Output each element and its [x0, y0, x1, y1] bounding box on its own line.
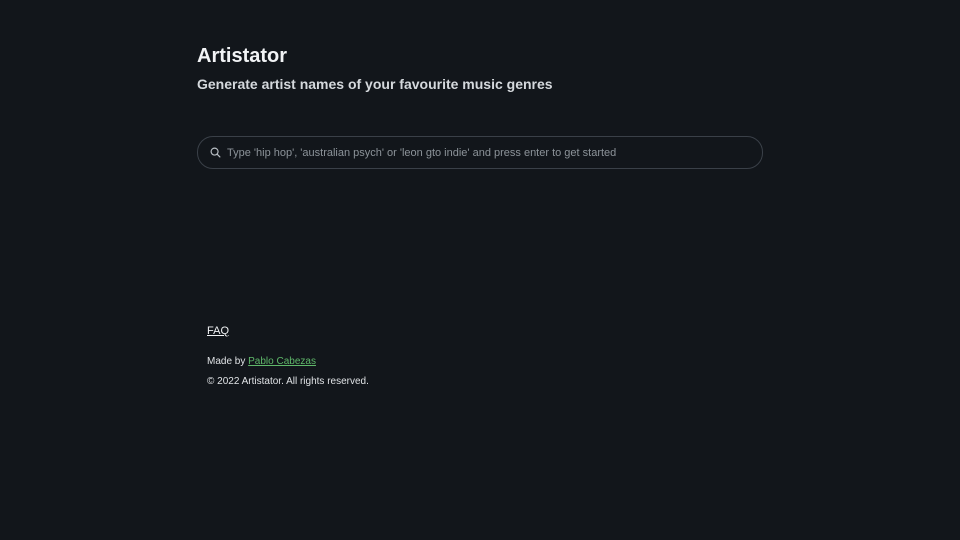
page-subtitle: Generate artist names of your favourite …: [197, 76, 553, 92]
footer: FAQ Made by Pablo Cabezas © 2022 Artista…: [207, 324, 369, 388]
made-by-line: Made by Pablo Cabezas: [207, 356, 369, 368]
search-input[interactable]: [227, 138, 762, 167]
main-content: Artistator Generate artist names of your…: [197, 44, 763, 169]
page-title: Artistator: [197, 45, 288, 67]
author-link[interactable]: Pablo Cabezas: [248, 356, 316, 367]
made-by-prefix: Made by: [207, 356, 246, 367]
search-box[interactable]: [197, 136, 763, 169]
copyright-text: © 2022 Artistator. All rights reserved.: [207, 376, 369, 387]
page: Artistator Generate artist names of your…: [0, 0, 960, 540]
faq-link[interactable]: FAQ: [207, 324, 369, 338]
search-icon: [209, 147, 221, 159]
